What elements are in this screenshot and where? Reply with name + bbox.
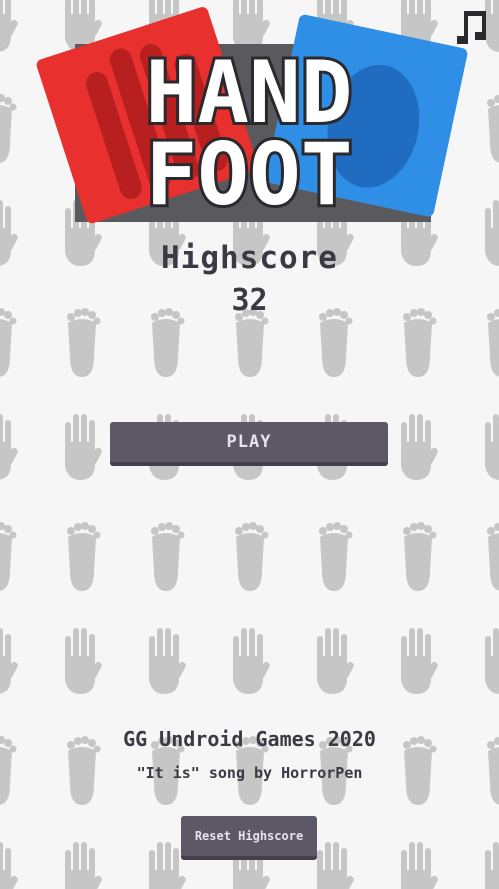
game-logo: HAND FOOT (36, 7, 468, 228)
music-note-icon (457, 11, 486, 44)
foot-pattern-icon (319, 308, 353, 377)
foot-pattern-icon (151, 522, 185, 591)
hand-pattern-icon (401, 414, 439, 480)
hand-pattern-icon (0, 842, 19, 889)
reset-highscore-button[interactable]: Reset Highscore (181, 816, 317, 860)
hand-pattern-icon (317, 628, 355, 694)
hand-pattern-icon (401, 842, 439, 889)
hand-pattern-icon (65, 842, 103, 889)
play-button-label: PLAY (226, 432, 272, 452)
hand-pattern-icon (485, 842, 499, 889)
play-button[interactable]: PLAY (110, 422, 388, 466)
hand-pattern-icon (485, 628, 499, 694)
logo-line-foot: FOOT (145, 125, 352, 225)
foot-pattern-icon (235, 522, 269, 591)
foot-pattern-icon (67, 308, 101, 377)
foot-pattern-icon (235, 308, 269, 377)
foot-pattern-icon (487, 522, 499, 591)
hand-pattern-icon (0, 414, 19, 480)
foot-pattern-icon (0, 308, 17, 377)
hand-pattern-icon (317, 842, 355, 889)
highscore-label: Highscore (161, 240, 338, 276)
reset-highscore-label: Reset Highscore (194, 829, 304, 843)
credits-studio: GG Undroid Games 2020 (123, 727, 376, 751)
hand-pattern-icon (149, 628, 187, 694)
hand-pattern-icon (485, 414, 499, 480)
foot-pattern-icon (151, 308, 185, 377)
foot-pattern-icon (0, 522, 17, 591)
foot-pattern-icon (403, 522, 437, 591)
foot-pattern-icon (67, 522, 101, 591)
hand-pattern-icon (65, 414, 103, 480)
music-toggle-button[interactable] (452, 8, 492, 48)
foot-pattern-icon (403, 308, 437, 377)
hand-pattern-icon (0, 628, 19, 694)
highscore-value: 32 (231, 283, 268, 318)
foot-pattern-icon (487, 308, 499, 377)
hand-pattern-icon (65, 628, 103, 694)
foot-pattern-icon (319, 522, 353, 591)
hand-pattern-icon (233, 628, 271, 694)
hand-pattern-icon (401, 628, 439, 694)
credits-song: "It is" song by HorrorPen (136, 764, 363, 782)
